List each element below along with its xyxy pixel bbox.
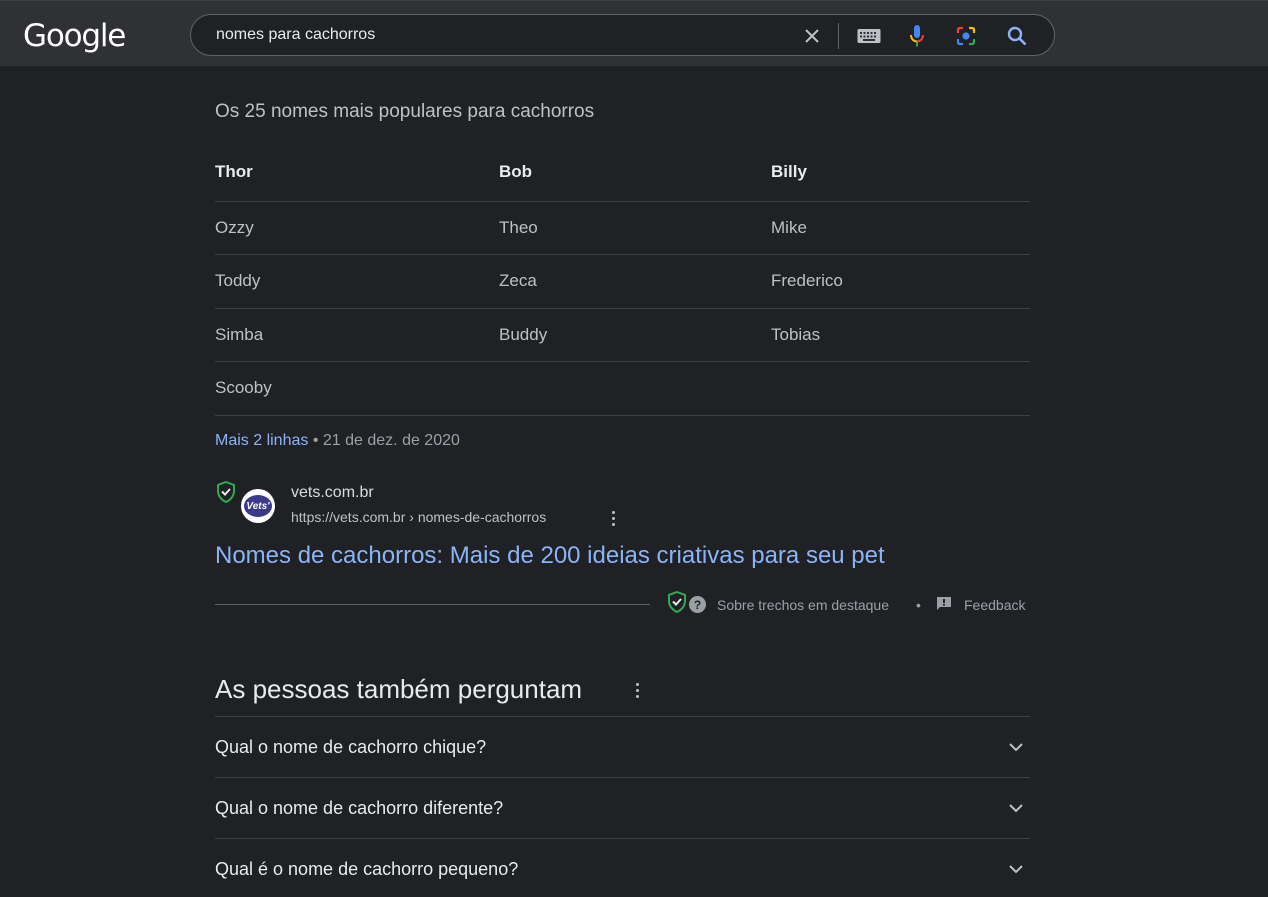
question-text: Qual o nome de cachorro diferente? [215, 798, 504, 818]
table-cell: Scooby [215, 361, 499, 416]
keyboard-icon[interactable] [857, 24, 881, 48]
search-icon[interactable] [1005, 24, 1029, 48]
header: Google nomes para cachorros [0, 0, 1268, 66]
table-cell: Simba [215, 308, 499, 362]
table-cell: Tobias [771, 308, 1030, 362]
search-input[interactable]: nomes para cachorros [216, 26, 375, 44]
verified-shield-icon [216, 480, 236, 508]
feedback-link[interactable]: Feedback [964, 597, 1025, 613]
table-cell [499, 361, 771, 416]
chevron-down-icon[interactable] [1008, 739, 1024, 760]
more-rows-line: Mais 2 linhas • 21 de dez. de 2020 [215, 432, 460, 450]
table-cell: Buddy [499, 308, 771, 362]
people-also-ask-list: Qual o nome de cachorro chique? Qual o n… [215, 716, 1030, 897]
table-row: Simba Buddy Tobias [215, 308, 1030, 362]
search-divider [838, 23, 839, 49]
table-header-cell: Thor [215, 144, 499, 202]
table-cell: Mike [771, 201, 1030, 255]
table-row: Ozzy Theo Mike [215, 201, 1030, 255]
question-text: Qual é o nome de cachorro pequeno? [215, 859, 519, 879]
table-cell [771, 361, 1030, 416]
more-rows-link[interactable]: Mais 2 linhas [215, 432, 308, 449]
help-icon[interactable]: ? [689, 596, 706, 613]
question-item[interactable]: Qual o nome de cachorro diferente? [215, 777, 1030, 838]
about-featured-snippets-link[interactable]: Sobre trechos em destaque [717, 597, 889, 613]
chevron-down-icon[interactable] [1008, 861, 1024, 882]
close-icon[interactable] [800, 24, 824, 48]
table-row: Toddy Zeca Frederico [215, 254, 1030, 309]
question-item[interactable]: Qual o nome de cachorro chique? [215, 716, 1030, 777]
feedback-icon[interactable] [936, 596, 952, 615]
lens-camera-icon[interactable] [954, 24, 978, 48]
table-header-cell: Billy [771, 144, 1030, 202]
microphone-icon[interactable] [905, 24, 929, 48]
divider [215, 604, 650, 605]
search-box[interactable]: nomes para cachorros [190, 14, 1055, 56]
google-logo[interactable]: Google [23, 18, 126, 54]
table-header-row: Thor Bob Billy [215, 144, 1030, 202]
table-cell: Frederico [771, 254, 1030, 309]
snippet-date: 21 de dez. de 2020 [322, 432, 460, 449]
question-item[interactable]: Qual é o nome de cachorro pequeno? [215, 838, 1030, 897]
site-name[interactable]: vets.com.br [291, 484, 374, 502]
question-text: Qual o nome de cachorro chique? [215, 737, 487, 757]
site-favicon-logo: Vets' [244, 495, 272, 517]
table-cell: Zeca [499, 254, 771, 309]
separator-dot: • [916, 597, 921, 613]
site-favicon[interactable]: Vets' [241, 489, 275, 523]
snippet-footer: ? Sobre trechos em destaque • Feedback [667, 590, 1030, 618]
table-cell: Toddy [215, 254, 499, 309]
more-options-icon[interactable] [605, 508, 621, 528]
table-row: Scooby [215, 361, 1030, 416]
site-url[interactable]: https://vets.com.br › nomes-de-cachorros [291, 509, 546, 525]
names-table: Thor Bob Billy Ozzy Theo Mike Toddy Zeca… [215, 144, 1030, 416]
separator-dot: • [312, 432, 319, 449]
people-also-ask-title: As pessoas também perguntam [215, 674, 583, 704]
more-options-icon[interactable] [629, 680, 645, 700]
snippet-title: Os 25 nomes mais populares para cachorro… [215, 101, 595, 122]
chevron-down-icon[interactable] [1008, 800, 1024, 821]
table-header-cell: Bob [499, 144, 771, 202]
result-title-link[interactable]: Nomes de cachorros: Mais de 200 ideias c… [215, 542, 885, 570]
table-cell: Theo [499, 201, 771, 255]
table-cell: Ozzy [215, 201, 499, 255]
result-source: Vets' vets.com.br https://vets.com.br › … [215, 480, 1030, 529]
verified-shield-icon [667, 590, 687, 616]
